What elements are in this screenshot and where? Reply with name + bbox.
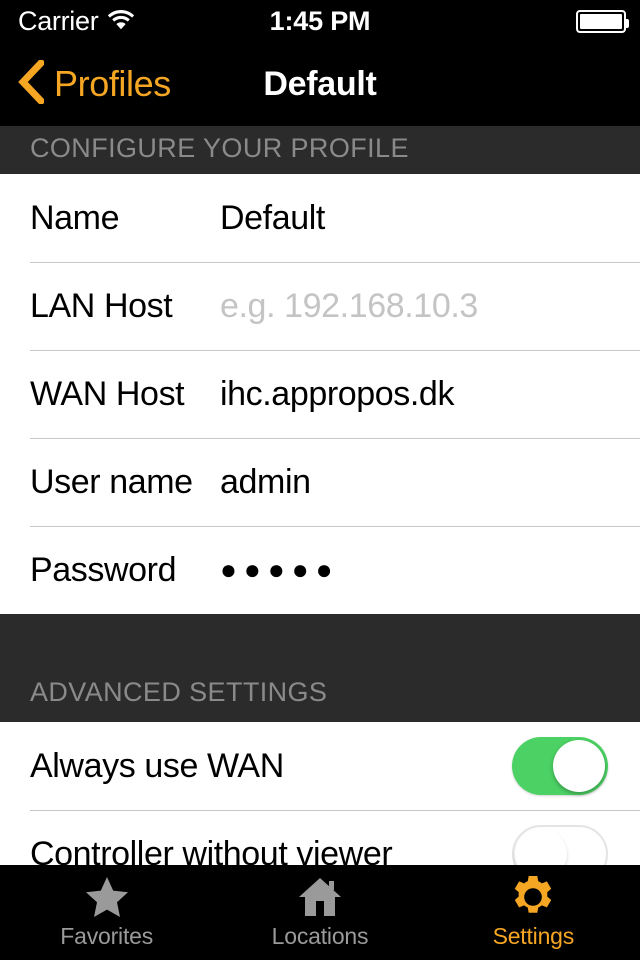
page-title: Default <box>263 64 377 103</box>
section-header-advanced-settings: ADVANCED SETTINGS <box>0 614 640 722</box>
always-use-wan-toggle[interactable] <box>512 737 608 795</box>
wan-host-input-value[interactable]: ihc.appropos.dk <box>220 375 454 414</box>
house-icon <box>298 875 342 919</box>
table-row-always-use-wan[interactable]: Always use WAN <box>0 722 640 810</box>
tab-settings-label: Settings <box>492 923 575 949</box>
password-input-value[interactable]: ●●●●● <box>220 556 340 584</box>
tab-locations[interactable]: Locations <box>213 865 426 960</box>
row-label-user-name: User name <box>30 462 193 501</box>
table-row-password[interactable]: Password ●●●●● <box>0 526 640 614</box>
table-row-name[interactable]: Name Default <box>0 174 640 262</box>
lan-host-input-placeholder[interactable]: e.g. 192.168.10.3 <box>220 287 478 326</box>
tab-locations-label: Locations <box>271 923 369 949</box>
tab-settings[interactable]: Settings <box>427 865 640 960</box>
status-bar-right <box>576 0 629 42</box>
row-label-password: Password <box>30 550 177 589</box>
row-label-name: Name <box>30 198 120 237</box>
name-input-value[interactable]: Default <box>220 199 325 238</box>
table-row-lan-host[interactable]: LAN Host e.g. 192.168.10.3 <box>0 262 640 350</box>
user-name-input-value[interactable]: admin <box>220 463 311 502</box>
tab-favorites[interactable]: Favorites <box>0 865 213 960</box>
section-header-configure-your-profile: CONFIGURE YOUR PROFILE <box>0 126 640 174</box>
settings-list[interactable]: CONFIGURE YOUR PROFILE Name Default LAN … <box>0 126 640 960</box>
navigation-bar: Profiles Default <box>0 42 640 126</box>
row-label-lan-host: LAN Host <box>30 286 173 325</box>
star-icon <box>85 875 129 919</box>
tab-favorites-label: Favorites <box>60 923 154 949</box>
toggle-knob <box>553 740 605 792</box>
table-row-user-name[interactable]: User name admin <box>0 438 640 526</box>
row-label-always-use-wan: Always use WAN <box>30 746 284 785</box>
row-label-wan-host: WAN Host <box>30 374 185 413</box>
status-bar: Carrier 1:45 PM <box>0 0 640 42</box>
status-bar-time: 1:45 PM <box>269 5 371 36</box>
battery-full-icon <box>576 9 629 33</box>
gear-icon <box>511 875 555 919</box>
table-row-wan-host[interactable]: WAN Host ihc.appropos.dk <box>0 350 640 438</box>
tab-bar: Favorites Locations Settings <box>0 865 640 960</box>
